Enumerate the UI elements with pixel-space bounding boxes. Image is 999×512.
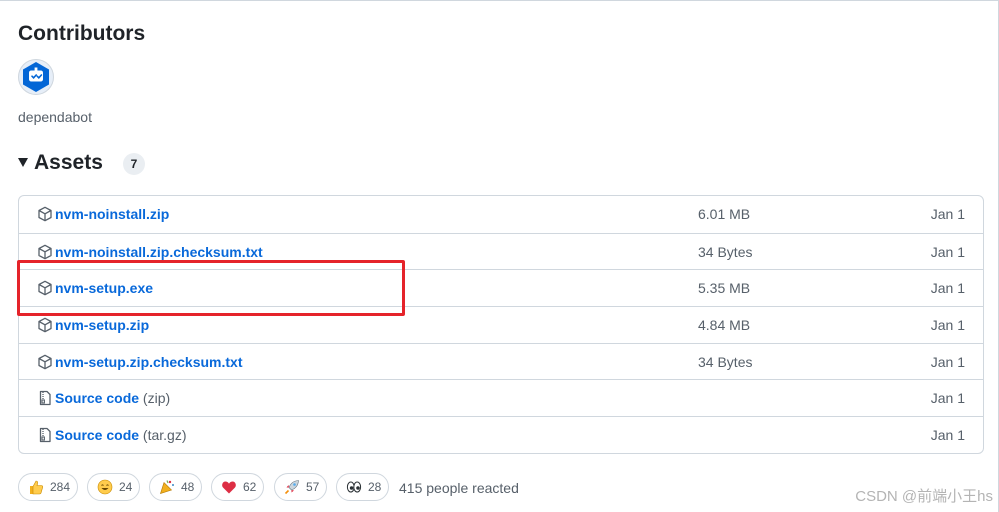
eyes-icon [346, 481, 362, 493]
thumbs-up-icon [30, 480, 44, 495]
package-icon [38, 206, 52, 222]
contributors-title: Contributors [18, 22, 146, 45]
caret-down-icon [18, 158, 28, 167]
package-icon [38, 354, 52, 370]
asset-date: Jan 1 [930, 427, 965, 444]
reaction-heart[interactable]: 62 [211, 473, 264, 501]
asset-row: nvm-setup.exe 5.35 MB Jan 1 [19, 269, 983, 306]
reaction-count: 48 [181, 480, 195, 494]
reaction-summary: 415 people reacted [399, 480, 519, 496]
asset-link[interactable]: nvm-setup.zip [55, 317, 149, 333]
asset-size: 34 Bytes [698, 353, 753, 370]
asset-row: nvm-setup.zip.checksum.txt 34 Bytes Jan … [19, 342, 983, 380]
asset-link[interactable]: Source code (zip) [55, 390, 170, 406]
package-icon [38, 244, 52, 260]
reaction-thumbs-up[interactable]: 284 [18, 473, 78, 501]
package-icon [38, 317, 52, 333]
asset-size: 4.84 MB [698, 317, 751, 334]
asset-link[interactable]: nvm-setup.exe [55, 280, 153, 296]
file-zip-icon [39, 391, 51, 406]
reaction-smile[interactable]: 24 [87, 473, 140, 501]
file-zip-icon [39, 427, 51, 443]
asset-row: Source code (tar.gz) Jan 1 [19, 416, 983, 453]
tada-icon [160, 480, 174, 494]
heart-icon [222, 481, 236, 494]
reaction-tada[interactable]: 48 [149, 473, 202, 501]
watermark: CSDN @前端小王hs [855, 488, 993, 505]
assets-list: nvm-noinstall.zip 6.01 MB Jan 1 nvm-noin… [18, 195, 984, 454]
top-border [0, 0, 999, 1]
assets-toggle[interactable]: Assets 7 [18, 150, 218, 178]
asset-row: Source code (zip) Jan 1 [19, 379, 983, 416]
reaction-count: 24 [119, 480, 133, 494]
reaction-eyes[interactable]: 28 [336, 473, 389, 501]
package-icon [38, 281, 52, 296]
reaction-count: 284 [50, 480, 71, 494]
asset-row: nvm-setup.zip 4.84 MB Jan 1 [19, 306, 983, 343]
asset-link[interactable]: Source code (tar.gz) [55, 427, 187, 443]
reaction-rocket[interactable]: 57 [274, 473, 327, 501]
reactions-bar: 284 24 48 62 57 28 415 people reacted [18, 473, 718, 501]
dependabot-robot-icon [23, 62, 49, 92]
dependabot-avatar[interactable] [18, 59, 54, 95]
asset-date: Jan 1 [930, 206, 965, 222]
asset-size: 6.01 MB [698, 206, 751, 222]
reaction-count: 62 [243, 480, 257, 494]
assets-title: Assets [34, 151, 103, 174]
asset-size: 5.35 MB [698, 280, 751, 297]
contributor-name[interactable]: dependabot [18, 109, 92, 125]
reaction-count: 28 [368, 480, 382, 494]
asset-date: Jan 1 [930, 243, 965, 260]
asset-date: Jan 1 [930, 390, 965, 407]
rocket-icon [284, 480, 299, 495]
assets-count-badge: 7 [123, 153, 145, 175]
reaction-count: 57 [306, 480, 320, 494]
asset-date: Jan 1 [930, 280, 965, 297]
smile-icon [97, 479, 113, 495]
asset-size: 34 Bytes [698, 243, 753, 260]
asset-link[interactable]: nvm-noinstall.zip.checksum.txt [55, 244, 263, 260]
asset-link[interactable]: nvm-noinstall.zip [55, 206, 169, 222]
asset-link[interactable]: nvm-setup.zip.checksum.txt [55, 354, 243, 370]
asset-date: Jan 1 [930, 353, 965, 370]
asset-row: nvm-noinstall.zip 6.01 MB Jan 1 [19, 196, 983, 233]
asset-date: Jan 1 [930, 317, 965, 334]
asset-row: nvm-noinstall.zip.checksum.txt 34 Bytes … [19, 232, 983, 270]
